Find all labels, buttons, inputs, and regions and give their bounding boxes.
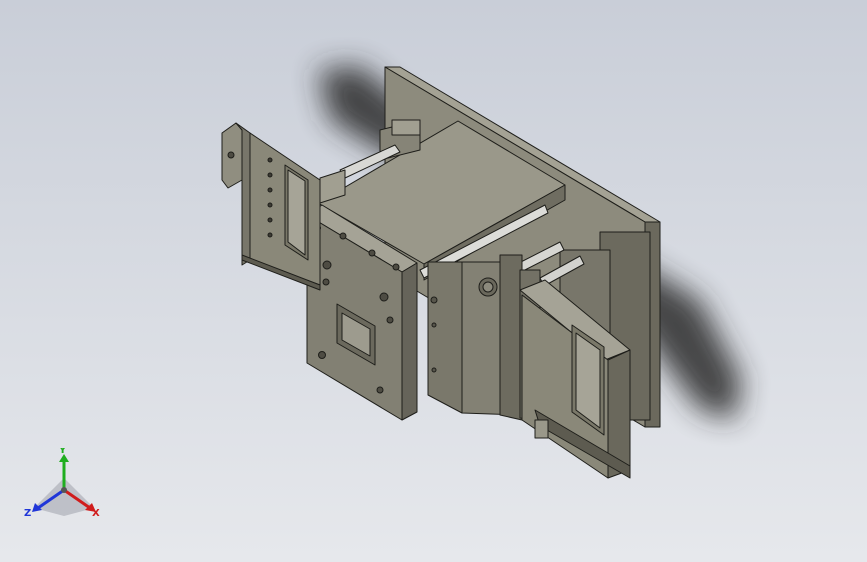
mold-assembly[interactable] bbox=[221, 66, 661, 479]
orientation-triad[interactable]: Y X Z bbox=[22, 448, 106, 528]
triad-origin bbox=[61, 487, 67, 493]
y-axis-label: Y bbox=[58, 448, 67, 456]
3d-viewport[interactable] bbox=[0, 0, 867, 562]
z-axis-label: Z bbox=[24, 508, 31, 519]
x-axis-label: X bbox=[92, 508, 100, 519]
